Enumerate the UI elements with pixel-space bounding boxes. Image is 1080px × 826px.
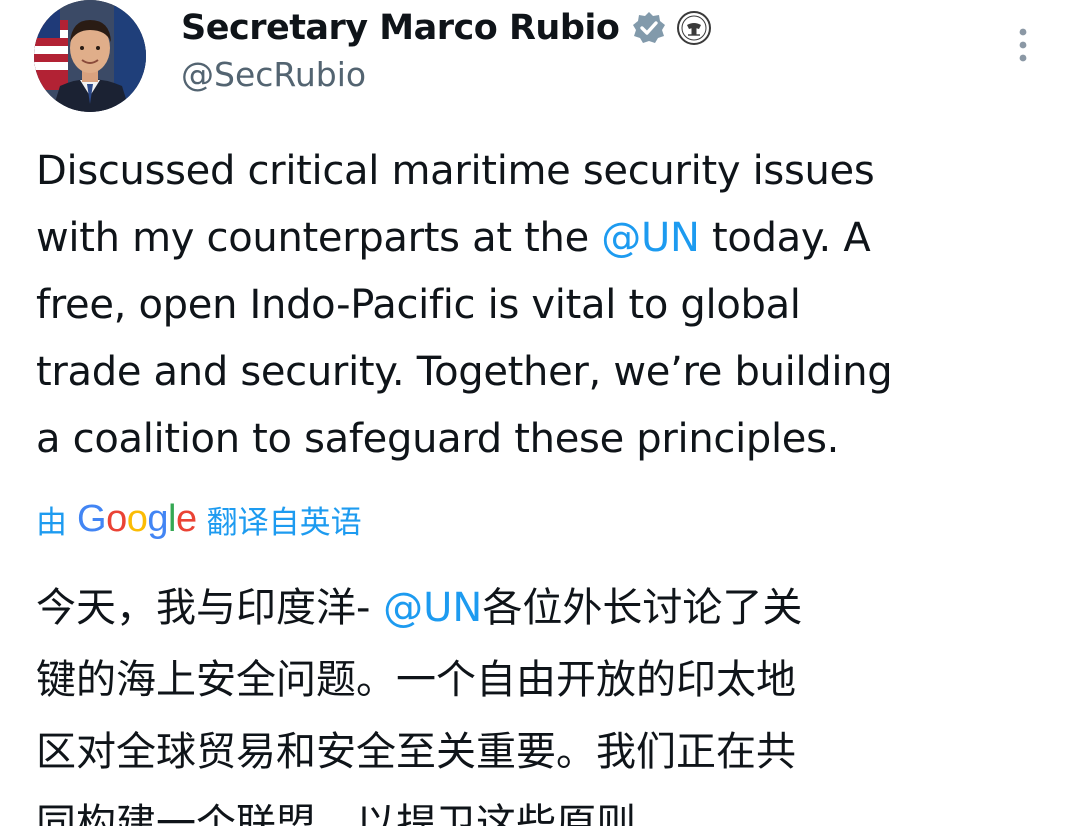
state-department-seal-icon[interactable]	[677, 11, 712, 45]
translation-notice[interactable]: 由 Google 翻译自英语	[36, 494, 362, 544]
translation-line-text: 今天，我与印度洋-	[36, 585, 384, 631]
author-handle[interactable]: @SecRubio	[181, 55, 366, 94]
mention-link-un[interactable]: @UN	[383, 585, 482, 631]
tweet-line-text: Discussed critical maritime security iss…	[36, 148, 875, 194]
translation-line-text: 键的海上安全问题。一个自由开放的印太地	[36, 657, 796, 703]
mention-link-un[interactable]: @UN	[601, 215, 700, 261]
tweet-line-text: free, open Indo-Pacific is vital to glob…	[36, 282, 801, 328]
google-logo-letter: e	[175, 497, 197, 540]
translation-line: 同构建一个联盟，以捍卫这些原则。	[36, 788, 1066, 826]
verified-badge-icon[interactable]	[631, 10, 667, 46]
tweet-line: trade and security. Together, we’re buil…	[36, 339, 1066, 406]
tweet-line-text: a coalition to safeguard these principle…	[36, 416, 840, 462]
tweet-line-text: today. A	[699, 215, 871, 261]
translation-notice-prefix: 由	[36, 504, 67, 541]
tweet-line: with my counterparts at the @UN today. A	[36, 205, 1066, 272]
google-logo-letter: l	[167, 497, 176, 540]
profile-photo	[34, 0, 146, 112]
author-name-row: Secretary Marco Rubio	[181, 2, 712, 54]
google-logo: Google	[77, 498, 197, 541]
translated-text: 今天，我与印度洋- @UN各位外长讨论了关 键的海上安全问题。一个自由开放的印太…	[36, 572, 1066, 826]
more-vertical-icon[interactable]	[1013, 26, 1033, 66]
author-display-name[interactable]: Secretary Marco Rubio	[181, 8, 620, 48]
tweet-line: a coalition to safeguard these principle…	[36, 406, 1066, 473]
tweet-line: free, open Indo-Pacific is vital to glob…	[36, 272, 1066, 339]
tweet-line: Discussed critical maritime security iss…	[36, 138, 1066, 205]
tweet-line-text: with my counterparts at the	[36, 215, 602, 261]
google-logo-letter: g	[147, 497, 168, 540]
google-logo-letter: o	[126, 497, 148, 540]
translation-line: 今天，我与印度洋- @UN各位外长讨论了关	[36, 572, 1066, 644]
google-logo-letter: G	[77, 497, 107, 540]
translation-line-text: 区对全球贸易和安全至关重要。我们正在共	[36, 729, 796, 775]
tweet-view: Secretary Marco Rubio @SecRubio Discusse…	[0, 0, 1080, 826]
tweet-text: Discussed critical maritime security iss…	[36, 138, 1066, 473]
translation-line-text: 各位外长讨论了关	[482, 585, 803, 631]
google-logo-letter: o	[106, 497, 127, 540]
tweet-line-text: trade and security. Together, we’re buil…	[36, 349, 893, 395]
translation-line-text: 同构建一个联盟，以捍卫这些原则。	[36, 801, 676, 826]
translation-line: 区对全球贸易和安全至关重要。我们正在共	[36, 716, 1066, 788]
translation-line: 键的海上安全问题。一个自由开放的印太地	[36, 644, 1066, 716]
translation-notice-suffix: 翻译自英语	[206, 504, 362, 541]
avatar[interactable]	[34, 0, 146, 112]
